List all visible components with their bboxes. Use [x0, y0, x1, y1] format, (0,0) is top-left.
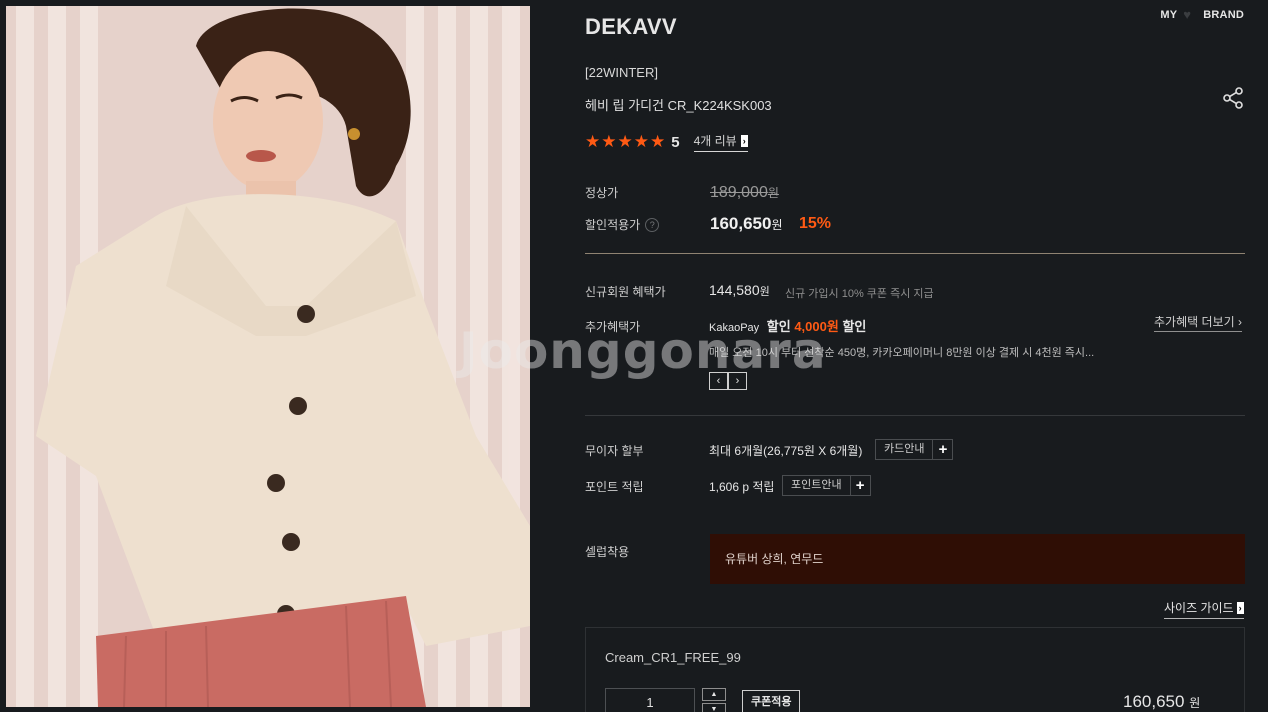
new-member-label: 신규회원 혜택가 [585, 285, 666, 299]
quantity-stepper: ▲ ▼ [702, 688, 726, 712]
chevron-right-icon: › [1237, 315, 1242, 329]
star-icon: ★ [585, 132, 601, 151]
kakaopay-label: KakaoPay [709, 322, 760, 334]
prev-arrow-button[interactable]: ‹ [709, 372, 728, 390]
chevron-right-icon: › [1236, 601, 1244, 614]
new-member-price-value: 144,580 [709, 282, 760, 298]
celeb-box: 유튜버 상희, 연무드 [710, 534, 1245, 584]
product-photo-illustration [6, 6, 530, 707]
new-member-price: 144,580원 [709, 282, 770, 299]
point-label: 포인트 적립 [585, 480, 644, 494]
option-price: 160,650 원 [1123, 692, 1200, 712]
regular-price-value: 189,000 [710, 184, 768, 201]
quantity-down-button[interactable]: ▼ [702, 703, 726, 712]
apply-coupon-button[interactable]: 쿠폰적용 [742, 690, 801, 712]
celeb-label: 셀럽착용 [585, 545, 630, 559]
more-benefits-link[interactable]: 추가혜택 더보기 › [1154, 313, 1242, 332]
plus-icon[interactable]: + [933, 439, 954, 460]
size-guide-label: 사이즈 가이드 [1164, 601, 1234, 615]
sale-price-label-row: 할인적용가 ? [585, 216, 660, 233]
point-info-label: 포인트안내 [782, 475, 851, 496]
rating-score: 5 [671, 133, 680, 151]
product-info: DEKAVV [22WINTER] 헤비 립 가디건 CR_K224KSK003… [585, 0, 1245, 712]
sale-price-value: 160,650 [710, 214, 772, 233]
star-icon: ★ [650, 132, 666, 151]
kakao-prefix: 할인 [766, 319, 791, 334]
chevron-right-icon: › [740, 134, 748, 147]
quantity-input[interactable]: 1 [605, 688, 695, 712]
rating-row: ★ ★ ★ ★ ★ 5 4개 리뷰 › [585, 132, 748, 152]
installment-label: 무이자 할부 [585, 444, 644, 458]
sale-price-label: 할인적용가 [585, 218, 641, 232]
product-name: 헤비 립 가디건 CR_K224KSK003 [585, 98, 772, 113]
more-benefits-label: 추가혜택 더보기 [1154, 315, 1235, 329]
review-count-link[interactable]: 4개 리뷰 › [693, 132, 748, 152]
sale-price: 160,650원 [710, 214, 783, 234]
quantity-up-button[interactable]: ▲ [702, 688, 726, 701]
card-info-label: 카드안내 [875, 439, 934, 460]
star-icon: ★ [601, 132, 617, 151]
kakao-amount: 4,000원 [794, 319, 839, 334]
new-member-note: 신규 가입시 10% 쿠폰 즉시 지급 [785, 288, 934, 300]
option-price-value: 160,650 [1123, 692, 1185, 711]
star-rating: ★ ★ ★ ★ ★ [585, 133, 665, 151]
extra-benefit-label: 추가혜택가 [585, 320, 641, 334]
star-icon: ★ [633, 132, 649, 151]
star-icon: ★ [617, 132, 633, 151]
benefit-pager: ‹ › [709, 372, 747, 390]
next-arrow-button[interactable]: › [728, 372, 747, 390]
brand-name[interactable]: DEKAVV [585, 14, 677, 40]
divider [585, 415, 1245, 416]
discount-rate: 15% [799, 215, 832, 232]
size-guide-link[interactable]: 사이즈 가이드 › [1164, 599, 1244, 619]
point-info-button[interactable]: 포인트안내 + [782, 475, 871, 496]
kakao-benefit: KakaoPay 할인 4,000원 할인 [709, 316, 866, 335]
share-icon[interactable] [1221, 86, 1245, 110]
currency-unit: 원 [759, 286, 770, 298]
kakao-suffix: 할인 [842, 319, 867, 334]
installment-value: 최대 6개월(26,775원 X 6개월) [709, 444, 863, 458]
divider [585, 253, 1245, 254]
review-count-label: 4개 리뷰 [693, 134, 737, 148]
extra-benefit-description: 매일 오전 10시 부터 선착순 450명, 카카오페이머니 8만원 이상 결제… [709, 347, 1095, 359]
card-info-button[interactable]: 카드안내 + [875, 439, 954, 460]
question-icon[interactable]: ? [645, 217, 660, 232]
product-image[interactable] [6, 6, 530, 707]
currency-unit: 원 [1189, 696, 1201, 710]
regular-price-label: 정상가 [585, 186, 619, 200]
season-label: [22WINTER] [585, 65, 658, 80]
currency-unit: 원 [767, 186, 779, 200]
point-value: 1,606 p 적립 [709, 480, 775, 494]
option-name: Cream_CR1_FREE_99 [605, 650, 741, 665]
currency-unit: 원 [771, 218, 783, 232]
plus-icon[interactable]: + [850, 475, 871, 496]
regular-price: 189,000원 [710, 184, 779, 202]
